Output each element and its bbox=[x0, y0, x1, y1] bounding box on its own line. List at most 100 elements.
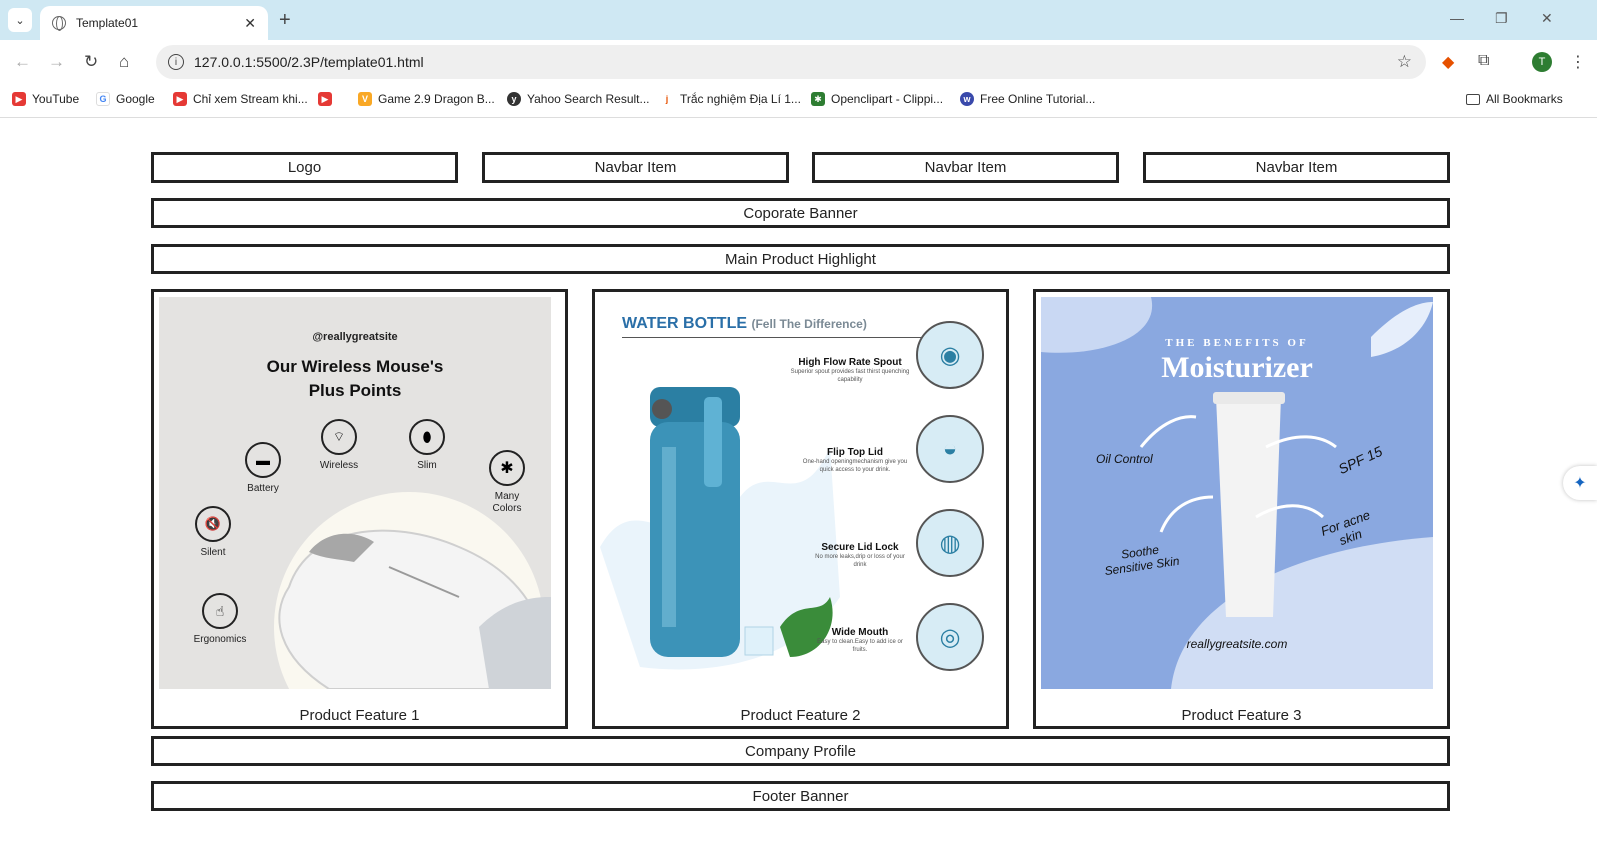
colors-icon: ✱ bbox=[489, 450, 525, 486]
extensions-icon[interactable]: ⧉ bbox=[1478, 52, 1489, 70]
wide-mouth-detail-icon: ◎ bbox=[916, 603, 984, 671]
tutorial-icon: w bbox=[960, 92, 974, 106]
title-line-1: Our Wireless Mouse's bbox=[266, 357, 444, 376]
youtube-icon: ▶ bbox=[318, 92, 332, 106]
product-card-1[interactable]: @reallygreatsite Our Wireless Mouse's Pl… bbox=[151, 289, 568, 729]
bottle-feature: Secure Lid Lock No more leaks,drip or lo… bbox=[810, 542, 910, 569]
bookmark-label: Trắc nghiệm Địa Lí 1... bbox=[680, 92, 801, 106]
navbar-item[interactable]: Navbar Item bbox=[1143, 152, 1450, 183]
browser-tab[interactable]: Template01 ✕ bbox=[40, 6, 268, 40]
bookmark-item[interactable]: ▶ bbox=[318, 92, 338, 106]
navbar-item-label: Navbar Item bbox=[924, 159, 1007, 176]
bookmark-item[interactable]: ▶ Chỉ xem Stream khi... bbox=[173, 92, 308, 106]
bookmark-item[interactable]: V Game 2.9 Dragon B... bbox=[358, 92, 495, 106]
page-viewport: Logo Navbar Item Navbar Item Navbar Item… bbox=[0, 119, 1597, 851]
bookmark-label: Google bbox=[116, 92, 155, 106]
tab-search-button[interactable]: ⌄ bbox=[8, 8, 32, 32]
chevron-down-icon: ⌄ bbox=[15, 14, 25, 27]
address-bar[interactable]: i 127.0.0.1:5500/2.3P/template01.html ☆ bbox=[156, 45, 1426, 79]
menu-icon[interactable]: ⋮ bbox=[1570, 52, 1586, 72]
bookmark-star-icon[interactable]: ☆ bbox=[1397, 52, 1412, 72]
all-bookmarks-button[interactable]: All Bookmarks bbox=[1466, 92, 1563, 106]
spout-detail-icon: ◉ bbox=[916, 321, 984, 389]
feature-desc: One-hand openingmechanism give you quick… bbox=[802, 459, 908, 473]
feature-label: Ergonomics bbox=[193, 634, 247, 645]
bottle-feature: Wide Mouth Easy to clean.Easy to add ice… bbox=[810, 627, 910, 654]
site-url-text: reallygreatsite.com bbox=[1186, 637, 1288, 651]
side-panel-sparkle-button[interactable]: ✦ bbox=[1563, 466, 1597, 500]
bookmark-item[interactable]: ▶ YouTube bbox=[12, 92, 79, 106]
lid-lock-detail-icon: ◍ bbox=[916, 509, 984, 577]
corporate-banner: Coporate Banner bbox=[151, 198, 1450, 228]
google-icon: G bbox=[96, 92, 110, 106]
forward-button[interactable]: → bbox=[48, 52, 65, 72]
bottle-feature: Flip Top Lid One-hand openingmechanism g… bbox=[800, 447, 910, 474]
tab-title: Template01 bbox=[76, 16, 139, 30]
globe-icon bbox=[52, 16, 66, 31]
navbar-item-label: Navbar Item bbox=[594, 159, 677, 176]
product-card-3[interactable]: THE BENEFITS OF Moisturizer Oil Control … bbox=[1033, 289, 1450, 729]
flip-lid-detail-icon: ◒ bbox=[916, 415, 984, 483]
water-bottle-image: WATER BOTTLE (Fell The Difference) ◉ ◒ ◍… bbox=[600, 297, 992, 689]
bookmark-label: Chỉ xem Stream khi... bbox=[193, 92, 308, 106]
site-info-icon[interactable]: i bbox=[168, 54, 184, 70]
footer-banner-label: Footer Banner bbox=[752, 787, 849, 805]
battery-icon: ▬ bbox=[245, 442, 281, 478]
feature-label: Wireless bbox=[319, 460, 359, 471]
url-text: 127.0.0.1:5500/2.3P/template01.html bbox=[194, 54, 424, 70]
yahoo-icon: y bbox=[507, 92, 521, 106]
navbar-item[interactable]: Navbar Item bbox=[812, 152, 1119, 183]
sparkle-icon: ✦ bbox=[1573, 475, 1587, 492]
back-button[interactable]: ← bbox=[14, 52, 31, 72]
bookmark-label: Free Online Tutorial... bbox=[980, 92, 1096, 106]
close-icon[interactable]: ✕ bbox=[244, 15, 256, 32]
company-profile-label: Company Profile bbox=[745, 742, 856, 760]
ergonomics-icon: ☝ bbox=[202, 593, 238, 629]
folder-icon bbox=[1466, 93, 1480, 105]
bookmark-item[interactable]: j Trắc nghiệm Địa Lí 1... bbox=[660, 92, 801, 106]
feature-name: Flip Top Lid bbox=[827, 447, 883, 458]
moisturizer-image: THE BENEFITS OF Moisturizer Oil Control … bbox=[1041, 297, 1433, 689]
benefit-label: Oil Control bbox=[1096, 452, 1153, 466]
youtube-icon: ▶ bbox=[173, 92, 187, 106]
silent-icon: 🔇 bbox=[195, 506, 231, 542]
logo-box[interactable]: Logo bbox=[151, 152, 458, 183]
bookmark-label: Openclipart - Clippi... bbox=[831, 92, 944, 106]
product-card-2[interactable]: WATER BOTTLE (Fell The Difference) ◉ ◒ ◍… bbox=[592, 289, 1009, 729]
window-close-button[interactable]: ✕ bbox=[1541, 10, 1553, 27]
bookmark-item[interactable]: y Yahoo Search Result... bbox=[507, 92, 650, 106]
navbar-item[interactable]: Navbar Item bbox=[482, 152, 789, 183]
home-button[interactable]: ⌂ bbox=[119, 52, 129, 72]
feature-label: Silent bbox=[200, 547, 226, 558]
bookmark-item[interactable]: ✱ Openclipart - Clippi... bbox=[811, 92, 943, 106]
browser-tabstrip: ⌄ Template01 ✕ + — ❐ ✕ bbox=[0, 0, 1597, 40]
bookmark-label: Yahoo Search Result... bbox=[527, 92, 650, 106]
logo-label: Logo bbox=[287, 159, 322, 176]
profile-avatar[interactable]: T bbox=[1532, 52, 1552, 72]
bookmark-label: Game 2.9 Dragon B... bbox=[378, 92, 495, 106]
game-icon: V bbox=[358, 92, 372, 106]
feature-desc: Easy to clean.Easy to add ice or fruits. bbox=[817, 639, 903, 653]
feature-name: High Flow Rate Spout bbox=[798, 357, 902, 368]
bottle-feature: High Flow Rate Spout Superior spout prov… bbox=[790, 357, 910, 384]
feature-name: Wide Mouth bbox=[831, 627, 889, 638]
metamask-extension-icon[interactable]: ◆ bbox=[1442, 52, 1454, 72]
bookmarks-bar: ▶ YouTube G Google ▶ Chỉ xem Stream khi.… bbox=[0, 84, 1597, 118]
restore-button[interactable]: ❐ bbox=[1495, 10, 1508, 27]
all-bookmarks-label: All Bookmarks bbox=[1486, 92, 1563, 106]
feature-label: Many Colors bbox=[492, 491, 522, 514]
mouse-slim-icon: ⬮ bbox=[409, 419, 445, 455]
title-line-2: Plus Points bbox=[308, 381, 402, 400]
feature-label: Slim bbox=[417, 460, 437, 471]
bookmark-item[interactable]: G Google bbox=[96, 92, 155, 106]
footer-banner: Footer Banner bbox=[151, 781, 1450, 811]
corporate-banner-label: Coporate Banner bbox=[743, 204, 858, 222]
reload-button[interactable]: ↻ bbox=[84, 52, 98, 72]
minimize-button[interactable]: — bbox=[1450, 10, 1464, 26]
product-caption: Product Feature 3 bbox=[1181, 707, 1302, 724]
handle-text: @reallygreatsite bbox=[312, 331, 398, 343]
product-caption: Product Feature 1 bbox=[299, 707, 420, 724]
bookmark-item[interactable]: w Free Online Tutorial... bbox=[960, 92, 1095, 106]
new-tab-button[interactable]: + bbox=[279, 9, 291, 32]
navbar-item-label: Navbar Item bbox=[1255, 159, 1338, 176]
